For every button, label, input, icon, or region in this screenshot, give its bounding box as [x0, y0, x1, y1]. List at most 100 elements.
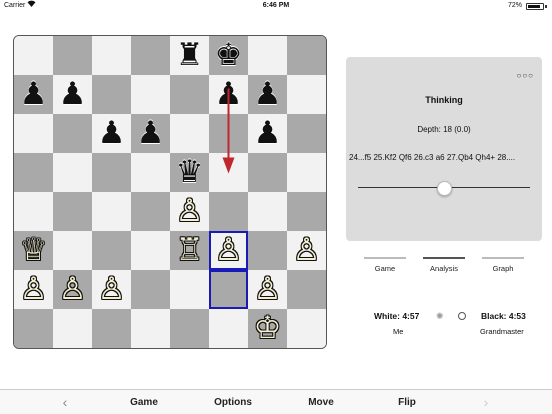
- move-highlight-f2: [209, 270, 248, 309]
- white-clock: White: 4:57: [374, 311, 420, 321]
- black-king-f8[interactable]: ♚: [209, 36, 248, 75]
- bottom-toolbar: ‹ Game Options Move Flip ›: [0, 389, 552, 414]
- square-b3[interactable]: [53, 231, 92, 270]
- square-g3[interactable]: [248, 231, 287, 270]
- square-f1[interactable]: [209, 309, 248, 348]
- battery-tip: [545, 5, 547, 8]
- square-h2[interactable]: [287, 270, 326, 309]
- square-h4[interactable]: [287, 192, 326, 231]
- principal-variation: 24...f5 25.Kf2 Qf6 26.c3 a6 27.Qb4 Qh4+ …: [349, 153, 516, 162]
- square-f5[interactable]: [209, 153, 248, 192]
- square-g4[interactable]: [248, 192, 287, 231]
- square-e2[interactable]: [170, 270, 209, 309]
- black-pawn-d6[interactable]: ♟: [131, 114, 170, 153]
- slider-thumb[interactable]: [437, 181, 452, 196]
- square-b1[interactable]: [53, 309, 92, 348]
- square-d8[interactable]: [131, 36, 170, 75]
- square-d7[interactable]: [131, 75, 170, 114]
- square-b8[interactable]: [53, 36, 92, 75]
- white-pawn-e4[interactable]: ♙: [170, 192, 209, 231]
- square-d2[interactable]: [131, 270, 170, 309]
- black-pawn-g7[interactable]: ♟: [248, 75, 287, 114]
- tab-label: Analysis: [430, 264, 458, 273]
- square-d5[interactable]: [131, 153, 170, 192]
- square-b6[interactable]: [53, 114, 92, 153]
- square-h6[interactable]: [287, 114, 326, 153]
- square-d4[interactable]: [131, 192, 170, 231]
- tab-game[interactable]: Game: [364, 257, 406, 273]
- tab-indicator: [364, 257, 406, 259]
- square-f6[interactable]: [209, 114, 248, 153]
- turn-circle-icon: [458, 312, 466, 320]
- square-c1[interactable]: [92, 309, 131, 348]
- chess-board[interactable]: ♜ ♚ ♟ ♟ ♟ ♟ ♟ ♟ ♟ ♛ ♙ ♕ ♖ ♙ ♙ ♙ ♙ ♙ ♙ ♔: [13, 35, 327, 349]
- chevron-right-icon[interactable]: ›: [478, 390, 494, 414]
- black-pawn-g6[interactable]: ♟: [248, 114, 287, 153]
- activity-spinner-icon: ✺: [436, 311, 444, 321]
- analysis-panel: ○○○ Thinking Depth: 18 (0.0) 24...f5 25.…: [346, 57, 542, 241]
- white-pawn-h3[interactable]: ♙: [287, 231, 326, 270]
- white-pawn-b2[interactable]: ♙: [53, 270, 92, 309]
- black-pawn-c6[interactable]: ♟: [92, 114, 131, 153]
- move-button[interactable]: Move: [300, 390, 342, 414]
- tab-analysis[interactable]: Analysis: [423, 257, 465, 273]
- square-a1[interactable]: [14, 309, 53, 348]
- square-h8[interactable]: [287, 36, 326, 75]
- tab-indicator: [423, 257, 465, 259]
- tab-label: Graph: [492, 264, 514, 273]
- white-player-name: Me: [393, 327, 404, 336]
- white-rook-e3[interactable]: ♖: [170, 231, 209, 270]
- black-clock: Black: 4:53: [481, 311, 526, 321]
- square-c5[interactable]: [92, 153, 131, 192]
- tab-indicator: [482, 257, 524, 259]
- square-c3[interactable]: [92, 231, 131, 270]
- square-c7[interactable]: [92, 75, 131, 114]
- tab-label: Game: [374, 264, 396, 273]
- search-depth: Depth: 18 (0.0): [417, 125, 471, 134]
- black-player-name: Grandmaster: [480, 327, 524, 336]
- game-button[interactable]: Game: [124, 390, 164, 414]
- black-queen-e5[interactable]: ♛: [170, 153, 209, 192]
- square-e7[interactable]: [170, 75, 209, 114]
- white-king-g1[interactable]: ♔: [248, 309, 287, 348]
- status-bar: Carrier 6:46 PM 72%: [0, 0, 552, 12]
- status-time: 6:46 PM: [262, 2, 290, 9]
- black-rook-e8[interactable]: ♜: [170, 36, 209, 75]
- square-b4[interactable]: [53, 192, 92, 231]
- options-button[interactable]: Options: [206, 390, 260, 414]
- black-pawn-f7[interactable]: ♟: [209, 75, 248, 114]
- white-pawn-a2[interactable]: ♙: [14, 270, 53, 309]
- square-d1[interactable]: [131, 309, 170, 348]
- square-a5[interactable]: [14, 153, 53, 192]
- square-e1[interactable]: [170, 309, 209, 348]
- white-pawn-f3[interactable]: ♙: [209, 231, 248, 270]
- app-screen: Carrier 6:46 PM 72% ♜ ♚ ♟ ♟ ♟ ♟ ♟ ♟ ♟ ♛ ♙ ♕ ♖ ♙ ♙ ♙ ♙ ♙ ♙ ♔…: [0, 0, 552, 414]
- square-g5[interactable]: [248, 153, 287, 192]
- square-a8[interactable]: [14, 36, 53, 75]
- flip-button[interactable]: Flip: [390, 390, 424, 414]
- square-h7[interactable]: [287, 75, 326, 114]
- black-pawn-b7[interactable]: ♟: [53, 75, 92, 114]
- square-b5[interactable]: [53, 153, 92, 192]
- white-pawn-c2[interactable]: ♙: [92, 270, 131, 309]
- white-queen-a3[interactable]: ♕: [14, 231, 53, 270]
- tab-graph[interactable]: Graph: [482, 257, 524, 273]
- square-c4[interactable]: [92, 192, 131, 231]
- analysis-slider[interactable]: [358, 181, 530, 196]
- more-dots-icon[interactable]: ○○○: [517, 71, 535, 80]
- square-g8[interactable]: [248, 36, 287, 75]
- square-e6[interactable]: [170, 114, 209, 153]
- black-pawn-a7[interactable]: ♟: [14, 75, 53, 114]
- square-d3[interactable]: [131, 231, 170, 270]
- battery-percent: 72%: [507, 2, 522, 9]
- square-a4[interactable]: [14, 192, 53, 231]
- battery-icon: [526, 3, 544, 10]
- square-a6[interactable]: [14, 114, 53, 153]
- chevron-left-icon[interactable]: ‹: [57, 390, 73, 414]
- white-pawn-g2[interactable]: ♙: [248, 270, 287, 309]
- square-f4[interactable]: [209, 192, 248, 231]
- square-h5[interactable]: [287, 153, 326, 192]
- engine-status: Thinking: [425, 95, 463, 105]
- square-c8[interactable]: [92, 36, 131, 75]
- square-h1[interactable]: [287, 309, 326, 348]
